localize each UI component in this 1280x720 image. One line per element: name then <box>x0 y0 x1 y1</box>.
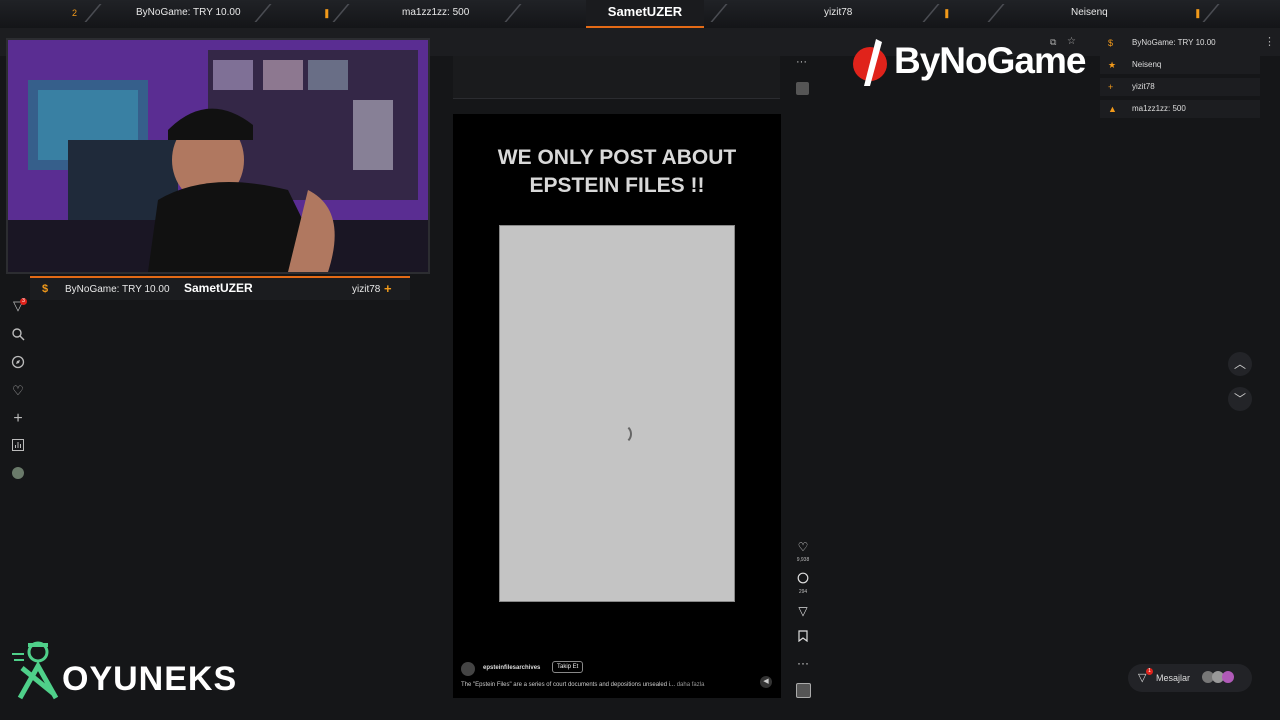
divider <box>84 4 124 22</box>
oyuneks-logo <box>12 640 62 707</box>
streamer-name-tab: SametUZER <box>586 0 704 29</box>
stream-top-bar: 2 ByNoGame: TRY 10.00 ❚ ma1zz1zz: 500 Sa… <box>0 0 1280 29</box>
star-icon: ★ <box>1108 60 1117 70</box>
messages-badge: 1 <box>1146 668 1153 675</box>
heart-icon[interactable]: ♡ <box>10 383 26 399</box>
top-donor-mid: ma1zz1zz: 500 <box>402 7 470 18</box>
event-label: ma1zz1zz: 500 <box>1132 104 1186 113</box>
event-item: ▲ ma1zz1zz: 500 <box>1100 100 1260 118</box>
post-headline: WE ONLY POST ABOUT EPSTEIN FILES !! <box>453 144 781 200</box>
next-reel-button[interactable]: ﹀ <box>1228 387 1252 411</box>
headline-line-1: WE ONLY POST ABOUT <box>497 146 737 169</box>
event-item: $ ByNoGame: TRY 10.00 <box>1100 34 1260 52</box>
like-count: 9,938 <box>796 557 810 563</box>
share-send-icon[interactable]: ▽ <box>795 604 811 618</box>
top-user-far-right: Neisenq <box>1071 7 1108 18</box>
divider <box>922 4 962 22</box>
event-label: yizit78 <box>1132 82 1155 91</box>
webcam-feed <box>6 38 430 274</box>
chart-icon[interactable] <box>10 439 26 455</box>
profile-avatar-icon[interactable] <box>10 467 26 483</box>
event-item: ★ Neisenq <box>1100 56 1260 74</box>
oyuneks-mascot-icon <box>12 641 59 700</box>
divider <box>987 4 1027 22</box>
follow-button[interactable]: Takip Et <box>552 661 584 673</box>
oyuneks-logo-text: OYUNEKS <box>62 660 238 698</box>
webcam-donor: ByNoGame: TRY 10.00 <box>65 284 170 295</box>
create-icon[interactable]: + <box>10 411 26 427</box>
comment-count: 294 <box>798 589 808 595</box>
top-donor-label: ByNoGame: TRY 10.00 <box>136 7 241 18</box>
flame-icon: ❚ <box>323 8 331 18</box>
like-heart-icon[interactable]: ♡ <box>795 540 811 554</box>
divider <box>1202 4 1242 22</box>
currency-icon: $ <box>42 283 49 295</box>
event-label: Neisenq <box>1132 60 1162 69</box>
divider <box>504 4 544 22</box>
event-item: + yizit78 <box>1100 78 1260 96</box>
search-icon[interactable] <box>10 327 26 343</box>
caption-text: The "Epstein Files" are a series of cour… <box>461 682 676 688</box>
divider <box>254 4 294 22</box>
top-user-right: yizit78 <box>824 7 853 18</box>
loading-spinner-icon <box>612 424 632 444</box>
messages-label: Mesajlar <box>1156 673 1191 683</box>
more-options-icon[interactable]: ··· <box>796 56 807 68</box>
divider <box>710 4 750 22</box>
webcam-streamer: SametUZER <box>184 281 253 295</box>
event-label: ByNoGame: TRY 10.00 <box>1132 38 1216 47</box>
divider <box>332 4 372 22</box>
headline-line-2: EPSTEIN FILES !! <box>529 174 705 197</box>
more-vert-icon[interactable]: ⋮ <box>1264 35 1275 48</box>
bookmark-icon[interactable] <box>795 630 811 645</box>
webcam-name-bar: $ ByNoGame: TRY 10.00 SametUZER yizit78 … <box>30 276 410 300</box>
previous-post-bottom <box>453 56 780 99</box>
author-username[interactable]: epsteinfilesarchives <box>483 665 540 671</box>
notification-badge: 3 <box>20 298 27 305</box>
audio-thumbnail-icon[interactable] <box>796 82 809 95</box>
author-avatar[interactable] <box>461 662 475 676</box>
video-player[interactable] <box>499 225 735 602</box>
flame-icon: ▲ <box>1108 104 1117 114</box>
more-options-icon[interactable]: ··· <box>795 656 811 670</box>
plus-icon: + <box>384 281 392 296</box>
webcam-follower: yizit78 <box>352 284 381 295</box>
streamer-name: SametUZER <box>607 4 683 19</box>
messages-button[interactable]: ▽ 1 Mesajlar <box>1128 664 1252 692</box>
currency-icon: $ <box>1108 38 1114 48</box>
webcam-scene <box>8 40 428 272</box>
comment-icon[interactable] <box>795 572 811 587</box>
bynogame-logo-text: ByNoGame <box>894 40 1086 81</box>
audio-track-icon[interactable] <box>796 683 811 698</box>
previous-reel-button[interactable]: ︿ <box>1228 352 1252 376</box>
rank-badge: 2 <box>72 8 78 18</box>
avatar <box>1222 671 1234 683</box>
more-link[interactable]: daha fazla <box>677 682 705 688</box>
post-caption: The "Epstein Files" are a series of cour… <box>461 682 704 688</box>
compass-icon[interactable] <box>10 355 26 371</box>
flame-icon: ❚ <box>943 8 951 18</box>
flame-icon: ❚ <box>1194 8 1202 18</box>
mute-icon[interactable]: ◀ <box>760 676 772 688</box>
send-icon: ▽ <box>1138 672 1147 684</box>
plus-icon: + <box>1108 82 1114 92</box>
